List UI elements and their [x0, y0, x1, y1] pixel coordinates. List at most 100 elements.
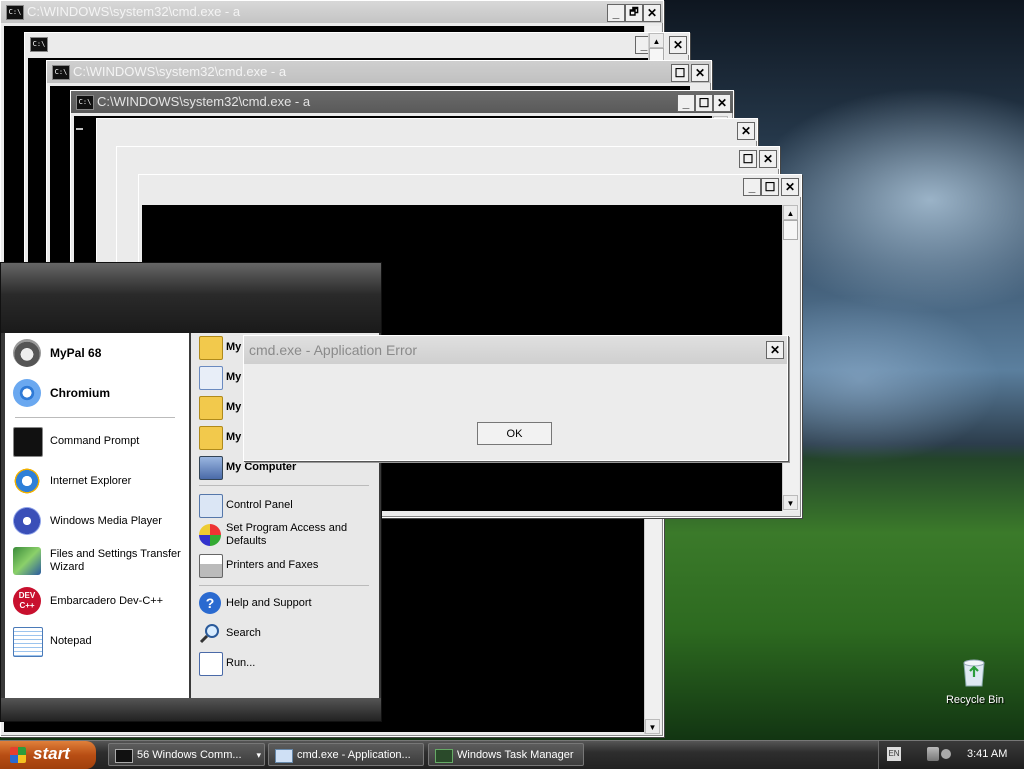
scroll-up-arrow[interactable]: ▲ [649, 33, 664, 48]
places-control-panel[interactable]: Control Panel [197, 491, 375, 519]
start-item-devcpp[interactable]: DEV C++ Embarcadero Dev-C++ [11, 583, 187, 619]
maximize-button[interactable]: ☐ [695, 94, 713, 112]
maximize-button[interactable]: ☐ [739, 150, 757, 168]
restore-button[interactable]: 🗗 [625, 4, 643, 22]
start-item-label: Internet Explorer [50, 474, 132, 487]
places-label: Run... [226, 656, 256, 669]
places-run[interactable]: Run... [197, 649, 375, 677]
start-item-label: Chromium [50, 385, 110, 400]
start-menu-programs: MyPal 68 Chromium Command Prompt Interne… [5, 333, 189, 698]
control-panel-icon [199, 494, 223, 518]
devcpp-icon: DEV C++ [13, 587, 41, 615]
my-computer-icon [199, 456, 223, 480]
title-bar[interactable]: C:\ C:\WINDOWS\system32\cmd.exe - a ☐ ✕ [47, 61, 711, 83]
start-menu-footer [1, 698, 381, 721]
title-bar[interactable]: ☐ ✕ [117, 147, 779, 169]
internet-explorer-icon [13, 467, 41, 495]
my-recent-documents-icon [199, 366, 223, 390]
scroll-thumb[interactable] [783, 220, 798, 240]
cmd-icon: C:\ [52, 65, 70, 80]
places-printers-faxes[interactable]: Printers and Faxes [197, 551, 375, 579]
clock[interactable]: 3:41 AM [967, 748, 1007, 760]
start-item-label: Files and Settings Transfer Wizard [50, 548, 181, 573]
window-title: C:\WINDOWS\system32\cmd.exe - a [27, 4, 241, 19]
start-item-media-player[interactable]: Windows Media Player [11, 503, 187, 539]
start-item-command-prompt[interactable]: Command Prompt [11, 423, 187, 459]
close-button[interactable]: ✕ [737, 122, 755, 140]
places-label: Set Program Access and Defaults [226, 522, 348, 547]
close-button[interactable]: ✕ [759, 150, 777, 168]
close-button[interactable]: ✕ [713, 94, 731, 112]
volume-icon[interactable] [941, 749, 951, 759]
start-menu[interactable]: MyPal 68 Chromium Command Prompt Interne… [0, 262, 382, 722]
start-item-mypal[interactable]: MyPal 68 [11, 335, 187, 371]
run-icon [199, 652, 223, 676]
language-indicator[interactable]: EN [887, 747, 901, 761]
my-music-icon [199, 426, 223, 450]
places-label: Printers and Faxes [226, 558, 319, 571]
window-icon [275, 749, 293, 763]
places-search[interactable]: Search [197, 619, 375, 647]
recycle-bin-icon [961, 657, 987, 687]
window-title: C:\WINDOWS\system32\cmd.exe - a [73, 64, 287, 79]
close-button[interactable]: ✕ [643, 4, 661, 22]
start-item-label: Embarcadero Dev-C++ [50, 594, 164, 607]
task-label: 56 Windows Comm... [137, 749, 242, 761]
dialog-message [264, 376, 764, 416]
cmd-icon: C:\ [30, 37, 48, 52]
close-button[interactable]: ✕ [669, 36, 687, 54]
title-bar[interactable]: C:\ C:\WINDOWS\system32\cmd.exe - a _ ☐ … [71, 91, 733, 113]
recycle-bin[interactable]: Recycle Bin [940, 655, 1010, 711]
program-access-icon [199, 524, 221, 546]
cmd-icon: C:\ [76, 95, 94, 110]
places-help-support[interactable]: ? Help and Support [197, 589, 375, 617]
cmd-icon: C:\ [6, 5, 24, 20]
chromium-icon [13, 379, 41, 407]
search-icon [199, 622, 221, 644]
scroll-down-arrow[interactable]: ▼ [645, 719, 660, 734]
minimize-button[interactable]: _ [607, 4, 625, 22]
places-label: Control Panel [226, 498, 293, 511]
ok-button[interactable]: OK [477, 422, 552, 445]
start-button[interactable]: start [0, 741, 96, 769]
windows-logo-icon [10, 747, 26, 763]
text-cursor [76, 128, 83, 130]
system-tray: EN 3:41 AM [878, 741, 1024, 769]
title-bar[interactable]: ✕ [97, 119, 757, 141]
start-item-notepad[interactable]: Notepad [11, 623, 187, 659]
title-bar[interactable]: C:\ C:\WINDOWS\system32\cmd.exe - a _ 🗗 … [1, 1, 663, 23]
dialog-close-button[interactable]: ✕ [766, 341, 784, 359]
group-dropdown-icon: ▾ [256, 750, 261, 760]
minimize-button[interactable]: _ [677, 94, 695, 112]
maximize-button[interactable]: ☐ [671, 64, 689, 82]
task-label: cmd.exe - Application... [297, 749, 411, 761]
scroll-up-arrow[interactable]: ▲ [783, 205, 798, 220]
task-button-cmd-group[interactable]: 56 Windows Comm... ▾ [108, 743, 265, 766]
scroll-down-arrow[interactable]: ▼ [783, 495, 798, 510]
title-bar[interactable]: C:\ _ ✕ [25, 33, 689, 55]
raccoon-icon [13, 339, 41, 367]
title-bar[interactable]: _ ☐ ✕ [139, 175, 801, 197]
task-button-app-error[interactable]: cmd.exe - Application... [268, 743, 424, 766]
minimize-button[interactable]: _ [743, 178, 761, 196]
network-icon[interactable] [927, 747, 939, 761]
task-manager-icon [435, 749, 453, 763]
places-label: Help and Support [226, 596, 312, 609]
cmd-icon [115, 749, 133, 763]
start-item-transfer-wizard[interactable]: Files and Settings Transfer Wizard [11, 543, 187, 579]
dialog-title-bar[interactable]: cmd.exe - Application Error ✕ [244, 336, 787, 364]
transfer-wizard-icon [13, 547, 41, 575]
error-dialog[interactable]: cmd.exe - Application Error ✕ OK [243, 335, 788, 461]
close-button[interactable]: ✕ [691, 64, 709, 82]
maximize-button[interactable]: ☐ [761, 178, 779, 196]
start-item-chromium[interactable]: Chromium [11, 375, 187, 411]
start-item-label: Windows Media Player [50, 514, 162, 527]
my-documents-icon [199, 336, 223, 360]
close-button[interactable]: ✕ [781, 178, 799, 196]
task-button-task-manager[interactable]: Windows Task Manager [428, 743, 584, 766]
places-program-access[interactable]: Set Program Access and Defaults [197, 521, 375, 549]
start-item-internet-explorer[interactable]: Internet Explorer [11, 463, 187, 499]
separator [199, 585, 369, 586]
notepad-icon [13, 627, 43, 657]
command-prompt-icon [13, 427, 43, 457]
